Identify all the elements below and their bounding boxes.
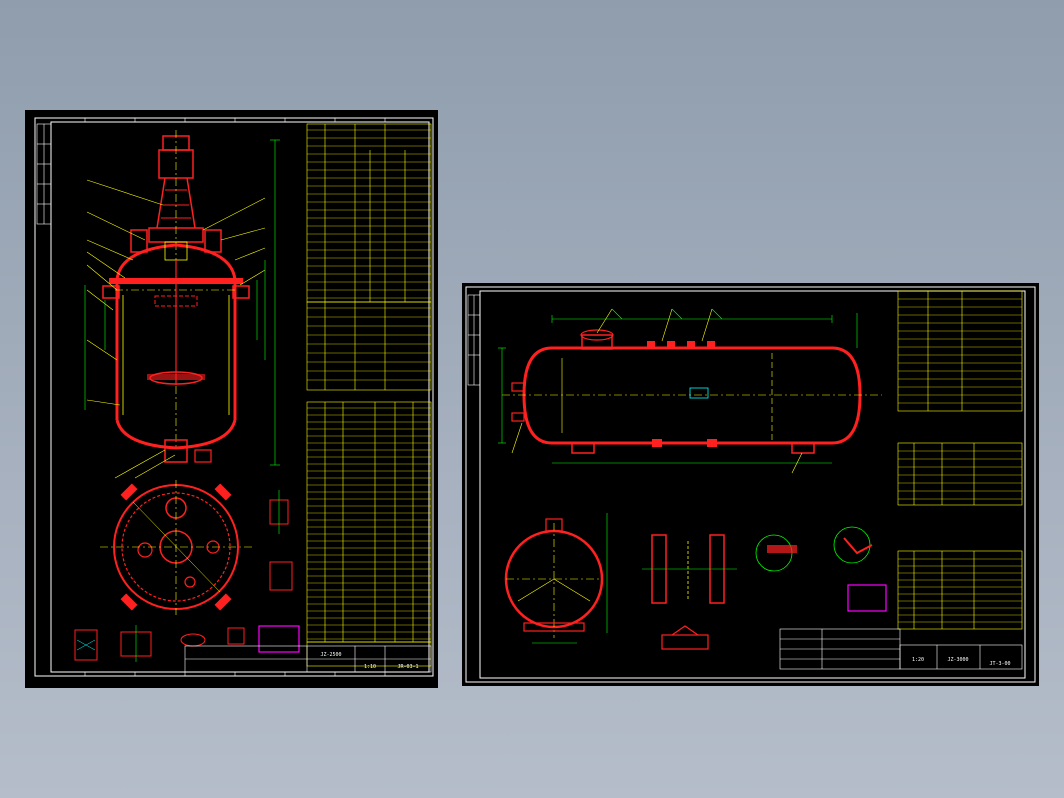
tank-drawing-canvas: JZ-3000 JT-3-00 1:20 <box>465 286 1036 683</box>
reactor-vessel <box>102 130 250 463</box>
tank-stamp-column <box>467 294 481 386</box>
horizontal-tank <box>502 329 882 454</box>
reactor-details <box>74 490 300 662</box>
detail-box <box>258 625 300 653</box>
left-stamp-column <box>36 123 52 225</box>
support-detail <box>642 534 737 650</box>
tank-dimension-lines <box>498 308 858 464</box>
reactor-drawing-sheet[interactable]: JZ-2500 JR-03-1 1:10 <box>25 110 438 688</box>
tank-scale-note: 1:20 <box>912 657 924 663</box>
parts-list-table <box>306 123 432 667</box>
weld-details <box>755 526 887 612</box>
tank-drawing-number: JT-3-00 <box>989 661 1010 667</box>
tank-end-view <box>504 513 608 644</box>
title-block <box>184 645 432 673</box>
tank-leader-lines <box>511 308 803 474</box>
tank-table <box>897 290 1023 630</box>
reactor-plan-view <box>100 480 252 615</box>
inner-frame <box>50 121 430 673</box>
tank-title-block <box>779 628 1023 670</box>
scale-note: 1:10 <box>364 664 376 670</box>
tank-drawing-sheet[interactable]: JZ-3000 JT-3-00 1:20 <box>462 283 1039 686</box>
tank-title-box-text: JZ-3000 <box>947 657 968 663</box>
title-box-text: JZ-2500 <box>320 652 341 658</box>
reactor-drawing-canvas: JZ-2500 JR-03-1 1:10 <box>34 117 434 677</box>
drawing-number: JR-03-1 <box>397 664 418 670</box>
tank-table-rows <box>898 298 1022 623</box>
detail-box <box>847 584 887 612</box>
parts-list-rows <box>307 129 431 640</box>
